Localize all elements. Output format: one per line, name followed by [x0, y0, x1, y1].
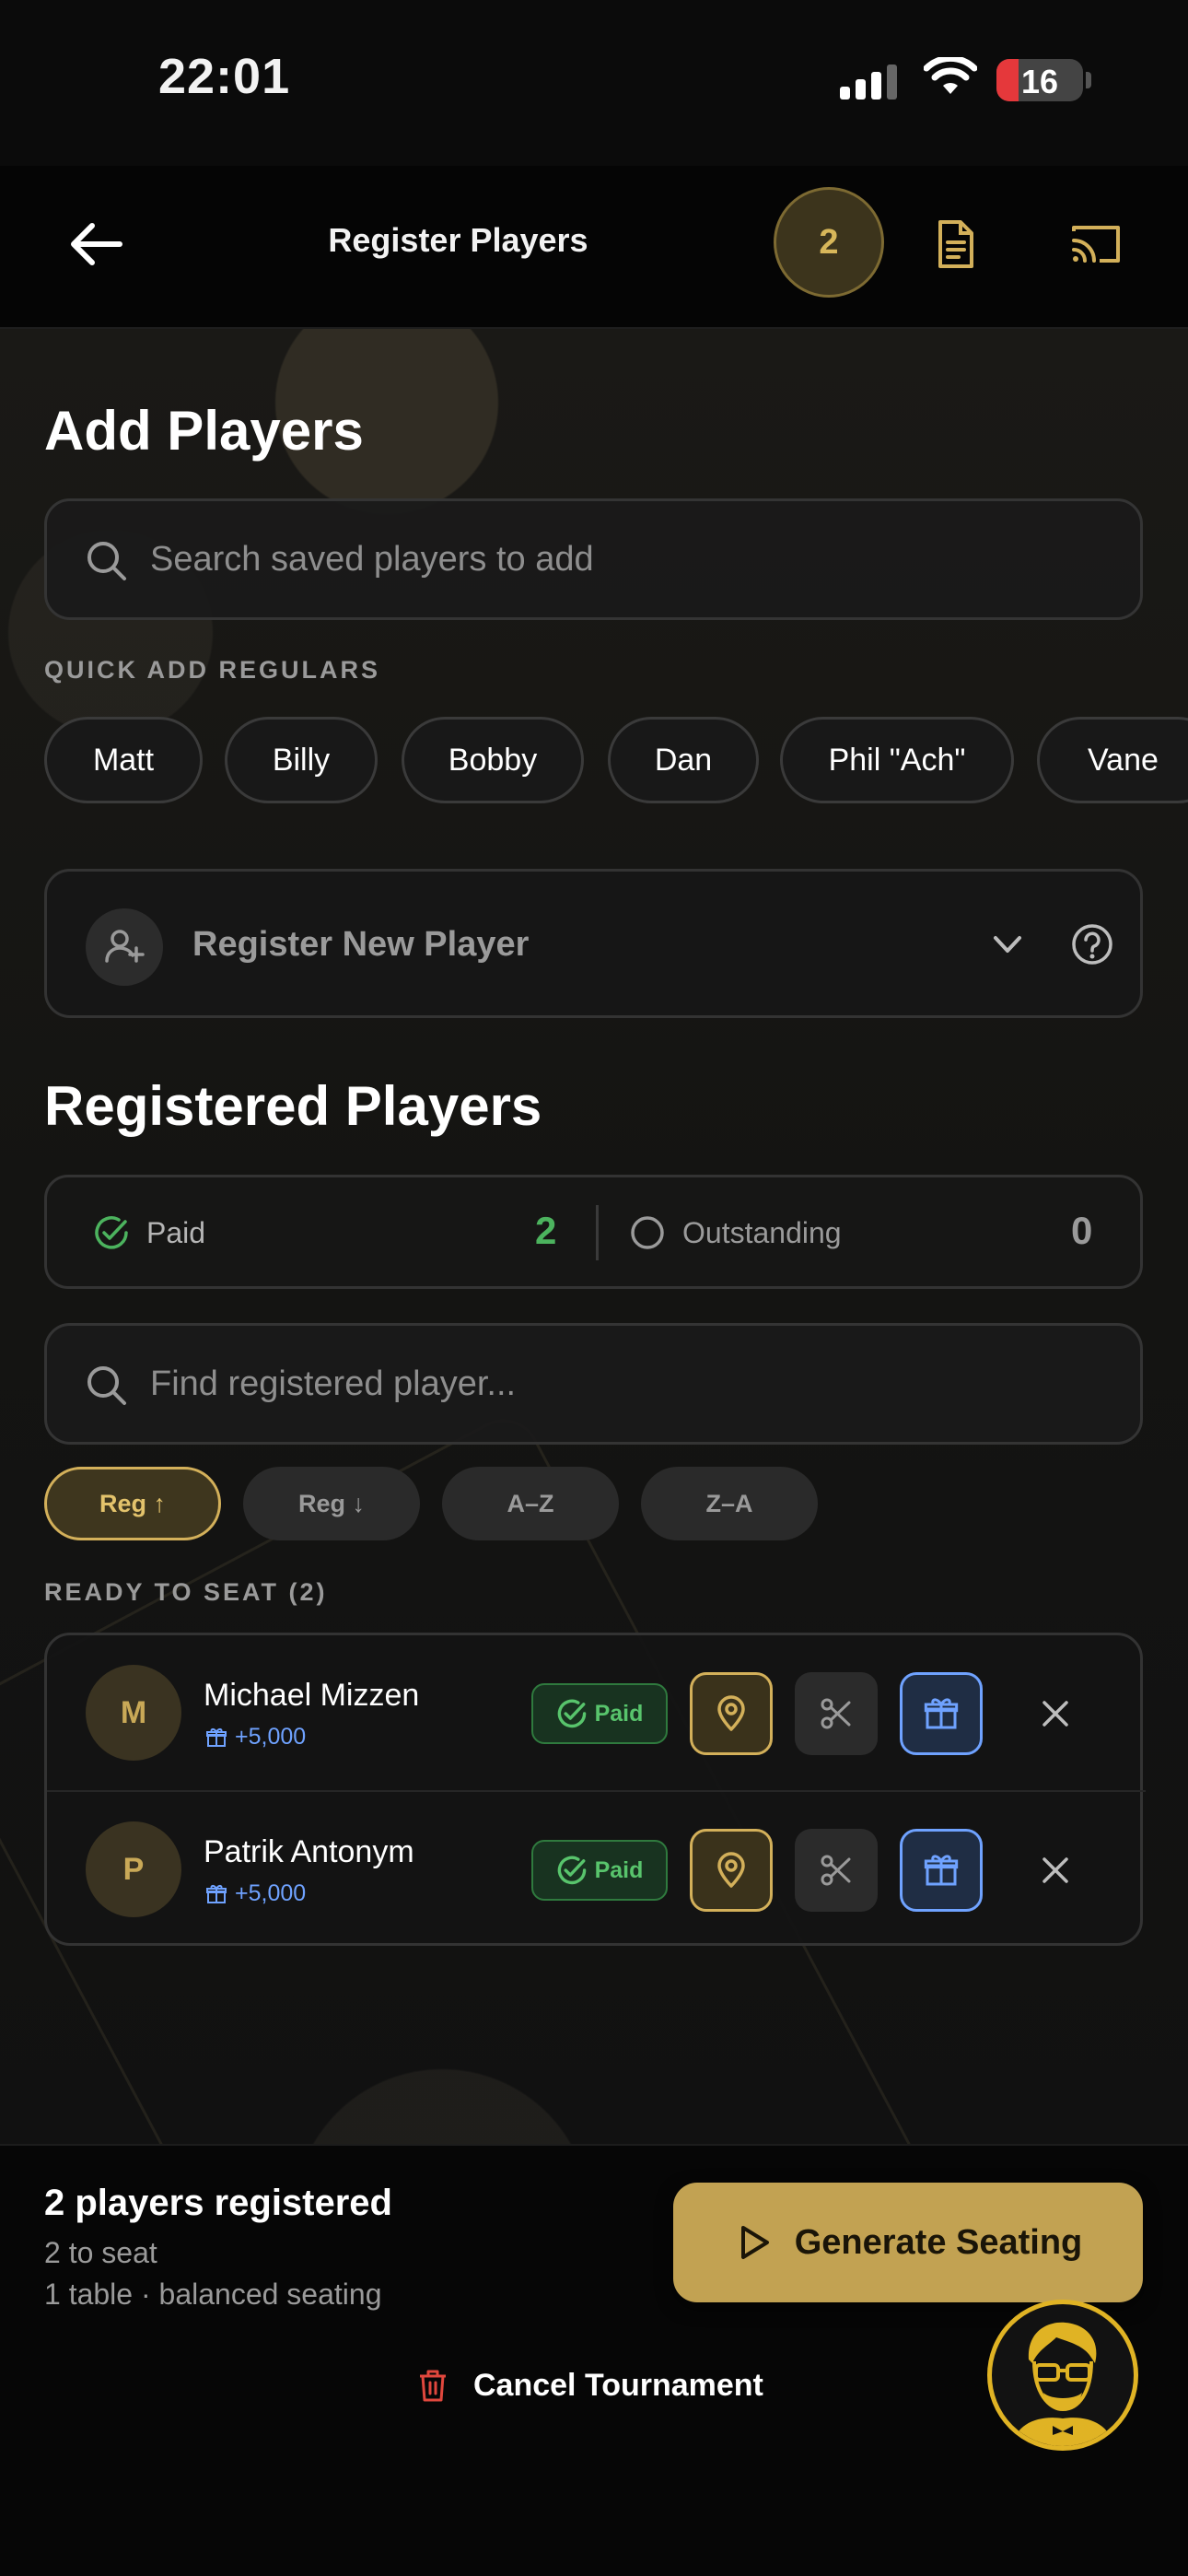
search-icon [87, 542, 126, 580]
search-placeholder: Find registered player... [150, 1364, 517, 1403]
scissors-icon [821, 1698, 851, 1729]
nav-bar: Register Players 2 [0, 166, 1188, 329]
empty-circle-icon [631, 1216, 664, 1249]
status-time: 22:01 [158, 49, 291, 104]
bonus-amount: +5,000 [235, 1880, 307, 1906]
generate-seating-label: Generate Seating [794, 2222, 1083, 2262]
paid-badge[interactable]: Paid [531, 1840, 668, 1901]
cellular-signal-icon [840, 63, 897, 100]
gift-icon [924, 1698, 959, 1729]
cast-icon[interactable] [1068, 217, 1124, 272]
search-icon [87, 1366, 126, 1405]
check-circle-icon [557, 1856, 586, 1885]
quick-add-chip[interactable]: Bobby [402, 717, 584, 803]
map-pin-icon [717, 1852, 745, 1888]
remove-player-button[interactable] [1014, 1672, 1097, 1755]
player-name: Patrik Antonym [204, 1834, 414, 1869]
play-icon [740, 2226, 769, 2259]
gift-icon [924, 1855, 959, 1886]
add-user-icon [86, 908, 163, 986]
player-bonus: +5,000 [205, 1724, 306, 1751]
registered-players-heading: Registered Players [44, 1075, 542, 1137]
player-bonus: +5,000 [205, 1880, 306, 1907]
registered-player-list: M Michael Mizzen +5,000 Paid P Patrik An… [44, 1633, 1146, 1946]
paid-summary[interactable]: Paid [93, 1214, 205, 1251]
quick-add-chip[interactable]: Vane [1037, 717, 1188, 803]
check-circle-icon [95, 1216, 128, 1249]
close-icon [1042, 1857, 1068, 1883]
quick-add-chip[interactable]: Phil "Ach" [780, 717, 1014, 803]
player-name: Michael Mizzen [204, 1678, 420, 1713]
gift-icon [206, 1727, 227, 1747]
bonus-amount: +5,000 [235, 1724, 307, 1750]
eliminate-button[interactable] [795, 1829, 878, 1912]
add-players-heading: Add Players [44, 400, 364, 462]
ready-to-seat-label: READY TO SEAT (2) [44, 1578, 328, 1606]
eliminate-button[interactable] [795, 1672, 878, 1755]
seat-location-button[interactable] [690, 1672, 773, 1755]
registered-player-search-input[interactable]: Find registered player... [44, 1323, 1143, 1445]
player-row: P Patrik Antonym +5,000 Paid [47, 1790, 1146, 1945]
outstanding-count: 0 [1071, 1209, 1093, 1252]
registration-summary-title: 2 players registered [44, 2183, 392, 2223]
check-circle-icon [557, 1699, 586, 1728]
battery-level: 16 [1020, 63, 1059, 100]
close-icon [1042, 1701, 1068, 1727]
battery-icon: 16 [996, 59, 1083, 101]
outstanding-label: Outstanding [682, 1215, 842, 1249]
document-icon[interactable] [927, 217, 983, 272]
sort-reg-desc[interactable]: Reg ↓ [243, 1467, 420, 1540]
register-new-player-label: Register New Player [192, 925, 530, 964]
payment-summary: Paid 2 Outstanding 0 [44, 1175, 1143, 1289]
dealer-assistant-avatar[interactable] [987, 2300, 1138, 2451]
map-pin-icon [717, 1695, 745, 1731]
quick-add-label: QUICK ADD REGULARS [44, 656, 381, 684]
sort-reg-asc[interactable]: Reg ↑ [44, 1467, 221, 1540]
saved-player-search-input[interactable]: Search saved players to add [44, 498, 1143, 620]
quick-add-chip[interactable]: Dan [608, 717, 759, 803]
quick-add-chip[interactable]: Matt [44, 717, 203, 803]
paid-badge[interactable]: Paid [531, 1683, 668, 1744]
paid-count: 2 [535, 1209, 557, 1252]
paid-label: Paid [146, 1215, 206, 1249]
table-info-text: 1 table · balanced seating [44, 2277, 382, 2311]
chevron-down-icon[interactable] [986, 923, 1029, 966]
remove-player-button[interactable] [1014, 1829, 1097, 1912]
search-placeholder: Search saved players to add [150, 540, 594, 579]
gift-icon [206, 1884, 227, 1903]
seat-location-button[interactable] [690, 1829, 773, 1912]
quick-add-chips: Matt Billy Bobby Dan Phil "Ach" Vane [44, 717, 1188, 805]
outstanding-summary[interactable]: Outstanding [629, 1214, 842, 1251]
bonus-button[interactable] [900, 1829, 983, 1912]
sort-a-z[interactable]: A–Z [442, 1467, 619, 1540]
trash-icon [420, 2370, 446, 2402]
player-avatar: P [86, 1821, 181, 1917]
register-new-player-toggle[interactable]: Register New Player [44, 869, 1143, 1018]
quick-add-chip[interactable]: Billy [225, 717, 378, 803]
paid-status: Paid [594, 1700, 644, 1727]
scissors-icon [821, 1855, 851, 1886]
player-count-badge[interactable]: 2 [774, 187, 884, 298]
player-row: M Michael Mizzen +5,000 Paid [47, 1635, 1146, 1790]
cancel-tournament-button[interactable]: Cancel Tournament [414, 2367, 763, 2404]
player-avatar: M [86, 1665, 181, 1761]
sort-z-a[interactable]: Z–A [641, 1467, 818, 1540]
cancel-tournament-label: Cancel Tournament [473, 2367, 763, 2403]
wifi-icon [924, 57, 977, 94]
bonus-button[interactable] [900, 1672, 983, 1755]
generate-seating-button[interactable]: Generate Seating [673, 2183, 1143, 2302]
paid-status: Paid [594, 1856, 644, 1883]
status-bar: 22:01 16 [0, 0, 1188, 166]
seat-count-text: 2 to seat [44, 2236, 157, 2269]
help-icon[interactable] [1069, 921, 1115, 967]
